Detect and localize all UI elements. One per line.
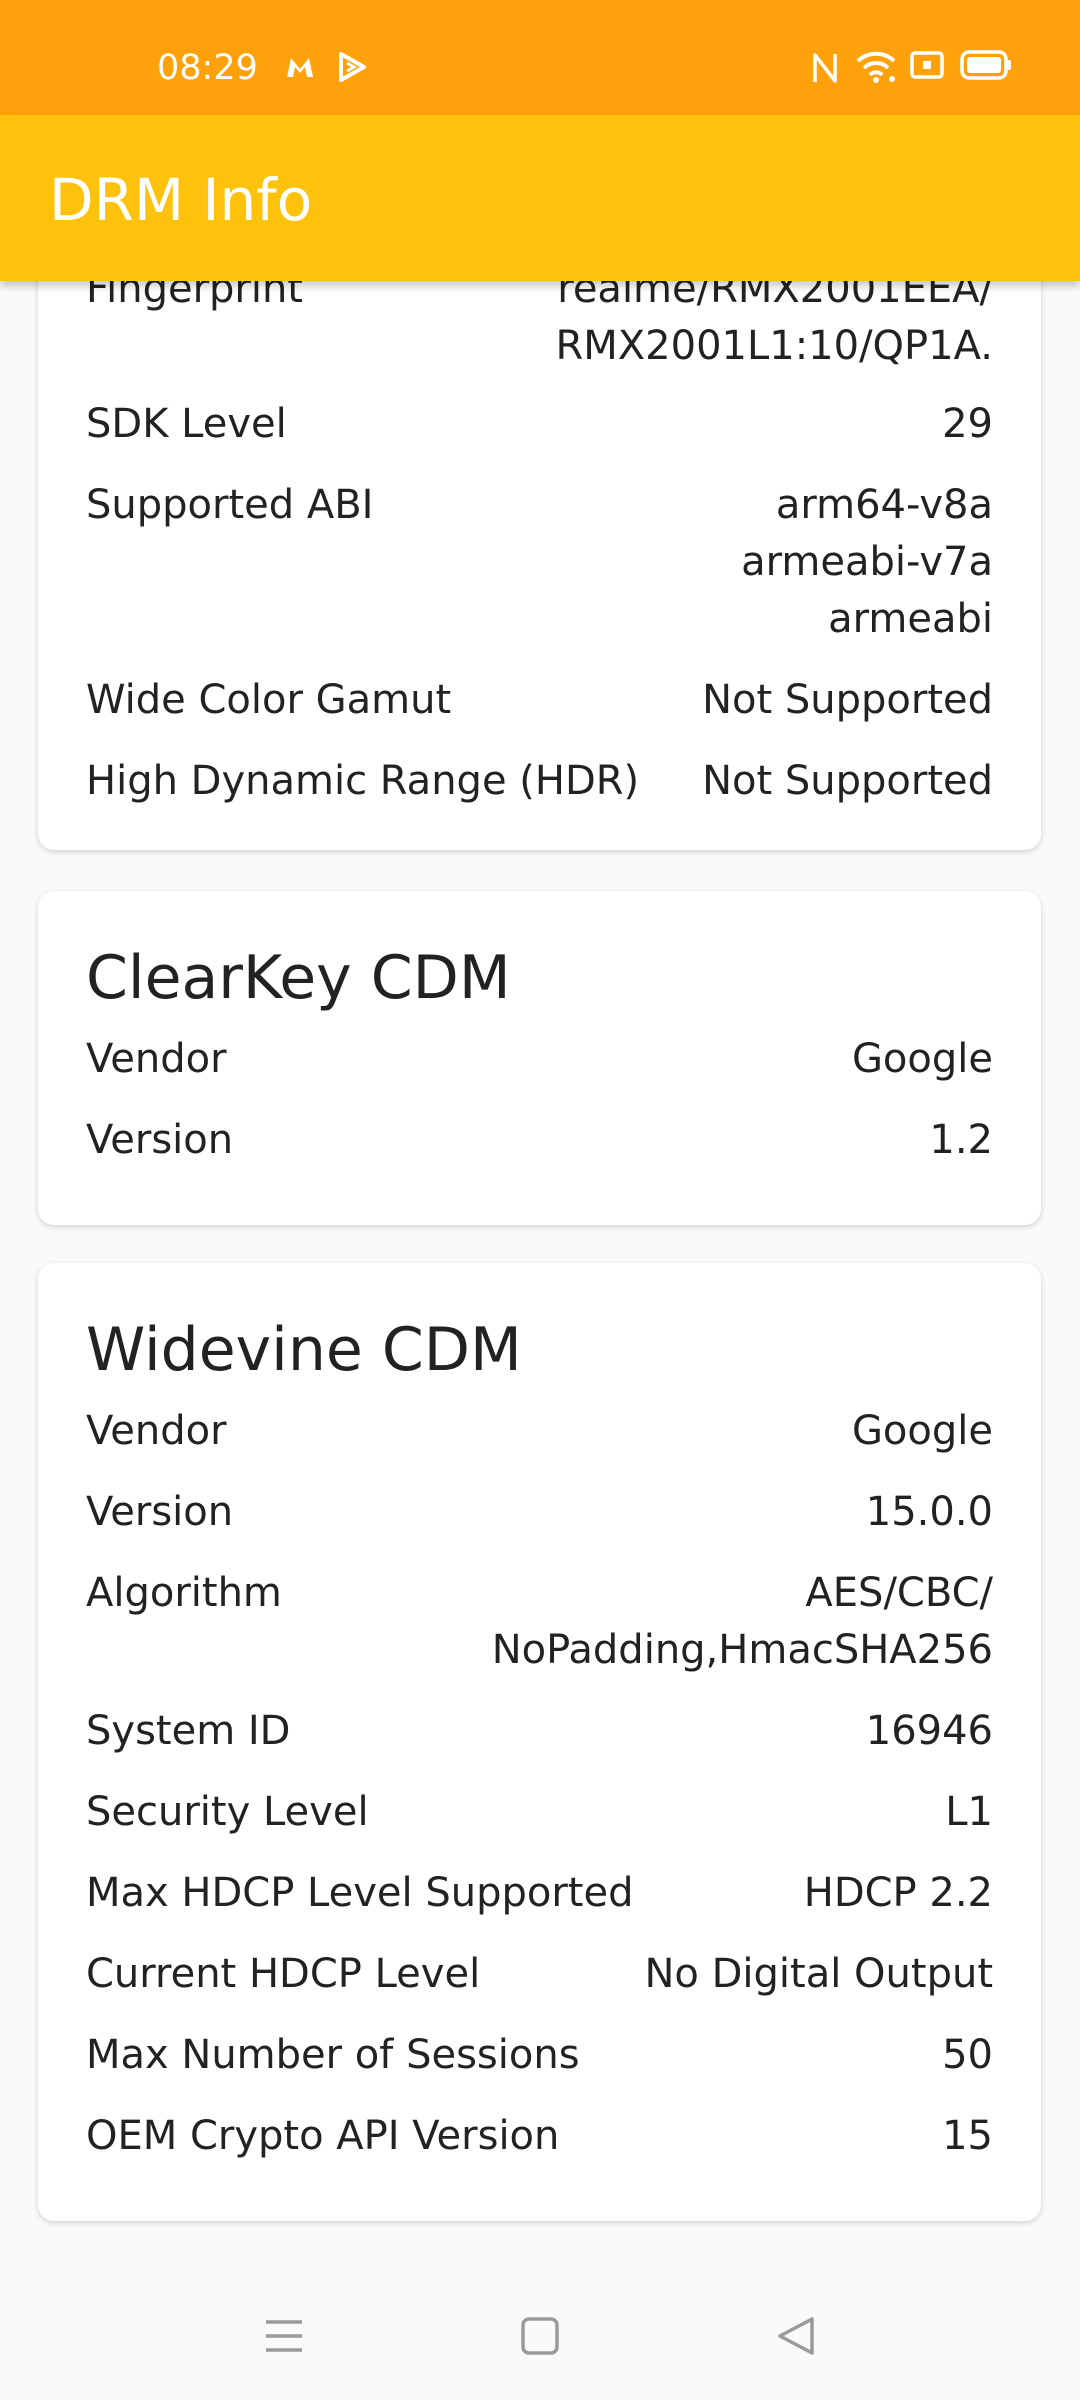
row-label: System ID <box>86 1708 291 1754</box>
clearkey-cdm-card: ClearKey CDM Vendor Google Version 1.2 <box>38 891 1041 1225</box>
status-time: 08:29 <box>157 48 258 88</box>
row-value: 15 <box>942 2113 993 2159</box>
row-label: Algorithm <box>86 1570 282 1616</box>
row-value: HDCP 2.2 <box>803 1870 993 1916</box>
wifi-icon <box>856 51 896 83</box>
row-value: 50 <box>942 2032 993 2078</box>
row-label: Security Level <box>86 1789 369 1835</box>
row-value: AES/CBC/ NoPadding,HmacSHA256 <box>491 1570 993 1673</box>
app-bar: DRM Info <box>0 115 1080 281</box>
row-value: 1.2 <box>929 1117 993 1163</box>
row-label: OEM Crypto API Version <box>86 2113 560 2159</box>
row-value: 16946 <box>865 1708 993 1754</box>
back-icon[interactable] <box>774 2314 818 2358</box>
status-bar: 08:29 <box>0 0 1080 115</box>
row-label: SDK Level <box>86 401 287 447</box>
home-icon[interactable] <box>518 2314 562 2358</box>
navigation-bar <box>0 2270 1080 2400</box>
row-value: arm64-v8a armeabi-v7a armeabi <box>741 482 993 642</box>
battery-icon <box>960 50 1011 80</box>
row-label: Current HDCP Level <box>86 1951 481 1997</box>
row-label: Max HDCP Level Supported <box>86 1870 634 1916</box>
m-notification-icon <box>287 58 313 77</box>
card-title: Widevine CDM <box>86 1315 522 1385</box>
row-value: No Digital Output <box>644 1951 994 1997</box>
cast-icon <box>910 51 944 79</box>
row-value: 15.0.0 <box>865 1489 993 1535</box>
row-label: Version <box>86 1117 234 1163</box>
row-value: Google <box>851 1036 993 1082</box>
menu-icon[interactable] <box>262 2314 306 2358</box>
row-label: Version <box>86 1489 234 1535</box>
widevine-cdm-card: Widevine CDM Vendor Google Version 15.0.… <box>38 1263 1041 2221</box>
row-label: Max Number of Sessions <box>86 2032 580 2078</box>
row-value: 29 <box>942 401 993 447</box>
row-label: Vendor <box>86 1036 227 1082</box>
row-label: Vendor <box>86 1408 227 1454</box>
row-label: Supported ABI <box>86 482 374 528</box>
card-title: ClearKey CDM <box>86 943 511 1013</box>
row-value: Google <box>851 1408 993 1454</box>
nfc-icon <box>813 53 837 83</box>
row-value: Not Supported <box>702 758 993 804</box>
row-label: High Dynamic Range (HDR) <box>86 758 640 804</box>
app-title: DRM Info <box>49 166 313 234</box>
row-value: L1 <box>945 1789 993 1835</box>
row-value: Not Supported <box>702 677 993 723</box>
send-notification-icon <box>339 52 366 82</box>
row-label: Wide Color Gamut <box>86 677 452 723</box>
